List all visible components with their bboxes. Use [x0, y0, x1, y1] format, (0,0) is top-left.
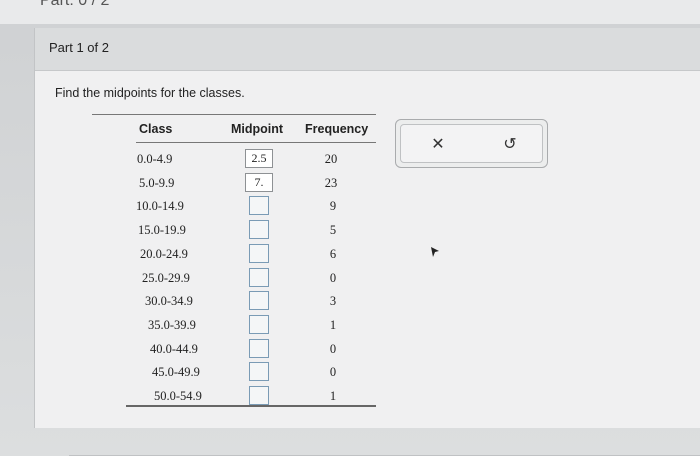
frequency-cell: 23 [324, 175, 338, 190]
midpoint-input[interactable] [249, 220, 269, 240]
answer-action-panel: ✕ ↺ [395, 119, 548, 168]
table-row: 50.0-54.9 1 [92, 385, 376, 407]
instruction-text: Find the midpoints for the classes. [55, 86, 245, 100]
class-column-header: Class [139, 122, 173, 136]
class-cell: 0.0-4.9 [137, 152, 173, 166]
class-cell: 25.0-29.9 [142, 270, 190, 285]
frequency-column-header: Frequency [305, 122, 369, 136]
midpoint-input[interactable] [249, 386, 269, 405]
class-cell: 35.0-39.9 [148, 317, 196, 332]
midpoint-input[interactable] [249, 338, 269, 358]
clear-button[interactable]: ✕ [424, 131, 452, 157]
midpoint-column-header: Midpoint [231, 122, 284, 136]
part-header: Part 1 of 2 [35, 28, 700, 71]
close-icon: ✕ [431, 136, 445, 153]
part-label: Part 1 of 2 [49, 40, 109, 55]
frequency-cell: 0 [329, 270, 337, 285]
table-row: 5.0-9.9 7. 23 [92, 172, 376, 194]
midpoint-input[interactable]: 2.5 [245, 149, 273, 168]
class-cell: 45.0-49.9 [152, 365, 200, 380]
frequency-cell: 20 [324, 152, 338, 166]
class-cell: 15.0-19.9 [138, 223, 186, 238]
answer-action-group: ✕ ↺ [400, 124, 543, 163]
table-row: 0.0-4.9 2.5 20 [92, 148, 376, 170]
class-cell: 5.0-9.9 [139, 175, 175, 190]
table-row: 20.0-24.9 6 [92, 243, 376, 265]
table-row: 30.0-34.9 3 [92, 290, 376, 312]
undo-button[interactable]: ↺ [496, 131, 524, 157]
mouse-cursor-icon [431, 247, 439, 257]
table-row: 15.0-19.9 5 [92, 219, 376, 241]
class-cell: 40.0-44.9 [150, 341, 198, 356]
frequency-cell: 6 [329, 246, 337, 261]
page: Part: 0 / 2 Part 1 of 2 Find the midpoin… [0, 0, 700, 456]
class-cell: 30.0-34.9 [145, 294, 193, 309]
table-top-rule [92, 114, 376, 115]
frequency-cell: 5 [329, 223, 337, 238]
midpoint-input[interactable] [249, 362, 269, 382]
midpoint-input[interactable] [249, 196, 269, 216]
frequency-cell: 1 [329, 389, 337, 403]
frequency-cell: 1 [329, 317, 337, 332]
table-row: 45.0-49.9 0 [92, 361, 376, 383]
table-row: 35.0-39.9 1 [92, 314, 376, 336]
table-row: 10.0-14.9 9 [92, 195, 376, 217]
table-row: 25.0-29.9 0 [92, 267, 376, 289]
frequency-cell: 0 [329, 365, 337, 380]
frequency-cell: 0 [329, 341, 337, 356]
class-cell: 10.0-14.9 [136, 199, 184, 214]
frequency-cell: 9 [329, 199, 337, 214]
frequency-cell: 3 [329, 294, 337, 309]
top-strip: Part: 0 / 2 [0, 0, 700, 24]
midpoint-input[interactable] [249, 291, 269, 311]
midpoint-input[interactable]: 7. [245, 172, 273, 192]
question-card: Part 1 of 2 Find the midpoints for the c… [34, 28, 700, 456]
table-row: 40.0-44.9 0 [92, 338, 376, 360]
midpoint-input[interactable] [249, 314, 269, 334]
midpoint-input[interactable] [249, 243, 269, 263]
table-bottom-rule [126, 405, 376, 407]
class-cell: 20.0-24.9 [140, 246, 188, 261]
class-cell: 50.0-54.9 [154, 389, 202, 403]
midpoint-input[interactable] [249, 267, 269, 287]
undo-icon: ↺ [503, 136, 517, 153]
table-header-rule [136, 142, 376, 143]
part-progress-text: Part: 0 / 2 [40, 0, 110, 9]
